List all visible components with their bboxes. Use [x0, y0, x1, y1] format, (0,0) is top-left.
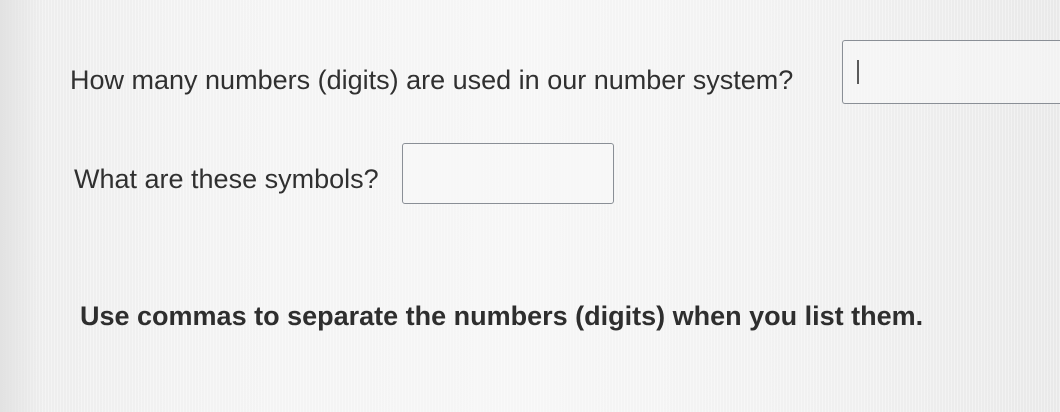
page-edge-shadow [0, 0, 40, 412]
question-1-text: How many numbers (digits) are used in ou… [70, 65, 794, 95]
text-cursor [857, 60, 859, 84]
instruction-text: Use commas to separate the numbers (digi… [80, 301, 924, 331]
question-2-answer-input[interactable] [402, 143, 614, 204]
question-2-text: What are these symbols? [74, 164, 379, 194]
question-1-answer-input[interactable] [842, 40, 1060, 104]
